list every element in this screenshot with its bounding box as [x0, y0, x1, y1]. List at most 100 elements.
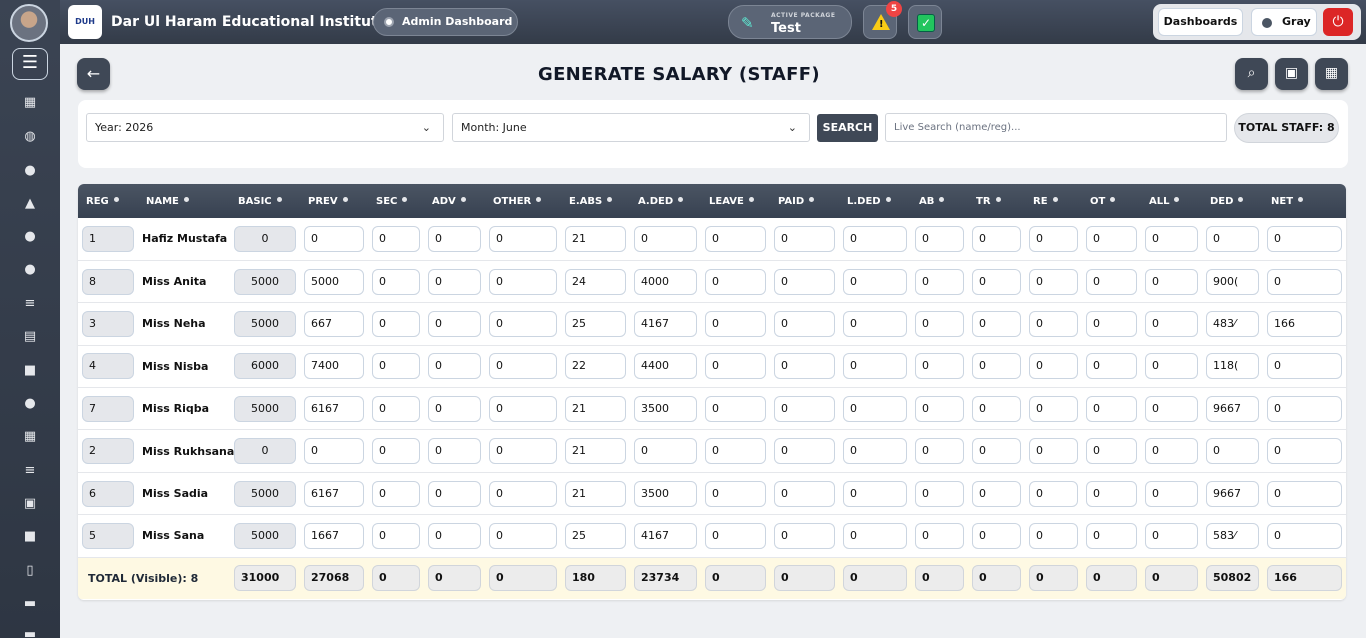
sort-icon[interactable]: [995, 196, 1001, 202]
sort-icon[interactable]: [183, 196, 189, 202]
sec-input[interactable]: 0: [372, 480, 420, 507]
net-input[interactable]: 0: [1267, 480, 1342, 507]
briefcase-icon[interactable]: ▣: [19, 493, 41, 515]
a-ded-input[interactable]: 4167: [634, 310, 697, 337]
a-ded-input[interactable]: 4000: [634, 268, 697, 295]
sort-icon[interactable]: [113, 196, 119, 202]
column-header-e-abs[interactable]: E.ABS: [561, 184, 630, 218]
column-header-adv[interactable]: ADV: [424, 184, 485, 218]
tasks-button[interactable]: ✓: [908, 5, 942, 39]
ded-input[interactable]: 9667: [1206, 395, 1259, 422]
ot-input[interactable]: 0: [1086, 268, 1137, 295]
column-header-name[interactable]: NAME: [138, 184, 230, 218]
re-input[interactable]: 0: [1029, 522, 1078, 549]
document-icon[interactable]: ■: [19, 526, 41, 548]
column-header-a-ded[interactable]: A.DED: [630, 184, 701, 218]
ab-input[interactable]: 0: [915, 310, 964, 337]
prev-input[interactable]: 1667: [304, 522, 364, 549]
column-header-sec[interactable]: SEC: [368, 184, 424, 218]
prev-input[interactable]: 0: [304, 225, 364, 252]
circle-icon[interactable]: ●: [19, 226, 41, 248]
l-ded-input[interactable]: 0: [843, 225, 907, 252]
ot-input[interactable]: 0: [1086, 310, 1137, 337]
other-input[interactable]: 0: [489, 353, 557, 380]
e-abs-input[interactable]: 21: [565, 438, 626, 465]
column-header-re[interactable]: RE: [1025, 184, 1082, 218]
prev-input[interactable]: 0: [304, 438, 364, 465]
search-button[interactable]: SEARCH: [817, 114, 878, 142]
leave-input[interactable]: 0: [705, 522, 766, 549]
graduation-cap-icon[interactable]: ▲: [19, 193, 41, 215]
a-ded-input[interactable]: 0: [634, 225, 697, 252]
year-select[interactable]: Year: 2026 ⌄: [86, 113, 444, 142]
list-icon[interactable]: ≡: [19, 293, 41, 315]
l-ded-input[interactable]: 0: [843, 395, 907, 422]
all-input[interactable]: 0: [1145, 310, 1198, 337]
sort-icon[interactable]: [342, 196, 348, 202]
hamburger-menu-icon[interactable]: ☰: [12, 48, 48, 80]
ab-input[interactable]: 0: [915, 480, 964, 507]
ot-input[interactable]: 0: [1086, 438, 1137, 465]
all-input[interactable]: 0: [1145, 438, 1198, 465]
column-header-basic[interactable]: BASIC: [230, 184, 300, 218]
re-input[interactable]: 0: [1029, 438, 1078, 465]
sort-icon[interactable]: [536, 196, 542, 202]
all-input[interactable]: 0: [1145, 268, 1198, 295]
widgets-icon[interactable]: ▦: [19, 426, 41, 448]
bell-icon[interactable]: ●: [19, 160, 41, 182]
re-input[interactable]: 0: [1029, 480, 1078, 507]
leave-input[interactable]: 0: [705, 310, 766, 337]
leave-input[interactable]: 0: [705, 353, 766, 380]
net-input[interactable]: 0: [1267, 225, 1342, 252]
paid-input[interactable]: 0: [774, 480, 835, 507]
other-input[interactable]: 0: [489, 480, 557, 507]
ded-input[interactable]: 9667: [1206, 480, 1259, 507]
sort-icon[interactable]: [276, 196, 282, 202]
net-input[interactable]: 0: [1267, 438, 1342, 465]
month-select[interactable]: Month: June ⌄: [452, 113, 810, 142]
other-input[interactable]: 0: [489, 438, 557, 465]
avatar[interactable]: [10, 4, 48, 42]
l-ded-input[interactable]: 0: [843, 480, 907, 507]
l-ded-input[interactable]: 0: [843, 310, 907, 337]
e-abs-input[interactable]: 22: [565, 353, 626, 380]
sort-icon[interactable]: [1298, 196, 1304, 202]
adv-input[interactable]: 0: [428, 310, 481, 337]
ded-input[interactable]: 0: [1206, 438, 1259, 465]
globe-icon[interactable]: ◍: [19, 126, 41, 148]
e-abs-input[interactable]: 21: [565, 225, 626, 252]
sec-input[interactable]: 0: [372, 310, 420, 337]
page-icon[interactable]: ▯: [19, 560, 41, 582]
all-input[interactable]: 0: [1145, 480, 1198, 507]
tr-input[interactable]: 0: [972, 480, 1021, 507]
sort-icon[interactable]: [678, 196, 684, 202]
paid-input[interactable]: 0: [774, 395, 835, 422]
ab-input[interactable]: 0: [915, 522, 964, 549]
monitor-icon[interactable]: ▬: [19, 593, 41, 615]
calendar-icon[interactable]: ▦: [1315, 58, 1348, 90]
sort-icon[interactable]: [748, 196, 754, 202]
tr-input[interactable]: 0: [972, 310, 1021, 337]
person-icon[interactable]: ●: [19, 393, 41, 415]
active-package-button[interactable]: ✎ ACTIVE PACKAGE Test: [728, 5, 852, 39]
more-icon[interactable]: ▬: [19, 624, 41, 638]
column-header-ab[interactable]: AB: [911, 184, 968, 218]
theme-button[interactable]: Gray: [1251, 8, 1317, 36]
sec-input[interactable]: 0: [372, 268, 420, 295]
a-ded-input[interactable]: 3500: [634, 480, 697, 507]
ab-input[interactable]: 0: [915, 438, 964, 465]
tr-input[interactable]: 0: [972, 522, 1021, 549]
ab-input[interactable]: 0: [915, 353, 964, 380]
net-input[interactable]: 166: [1267, 310, 1342, 337]
adv-input[interactable]: 0: [428, 225, 481, 252]
prev-input[interactable]: 7400: [304, 353, 364, 380]
table-icon[interactable]: ▤: [19, 326, 41, 348]
ot-input[interactable]: 0: [1086, 522, 1137, 549]
re-input[interactable]: 0: [1029, 395, 1078, 422]
column-header-paid[interactable]: PAID: [770, 184, 839, 218]
net-input[interactable]: 0: [1267, 522, 1342, 549]
all-input[interactable]: 0: [1145, 395, 1198, 422]
sec-input[interactable]: 0: [372, 353, 420, 380]
back-arrow-icon[interactable]: ←: [77, 58, 110, 90]
leave-input[interactable]: 0: [705, 268, 766, 295]
